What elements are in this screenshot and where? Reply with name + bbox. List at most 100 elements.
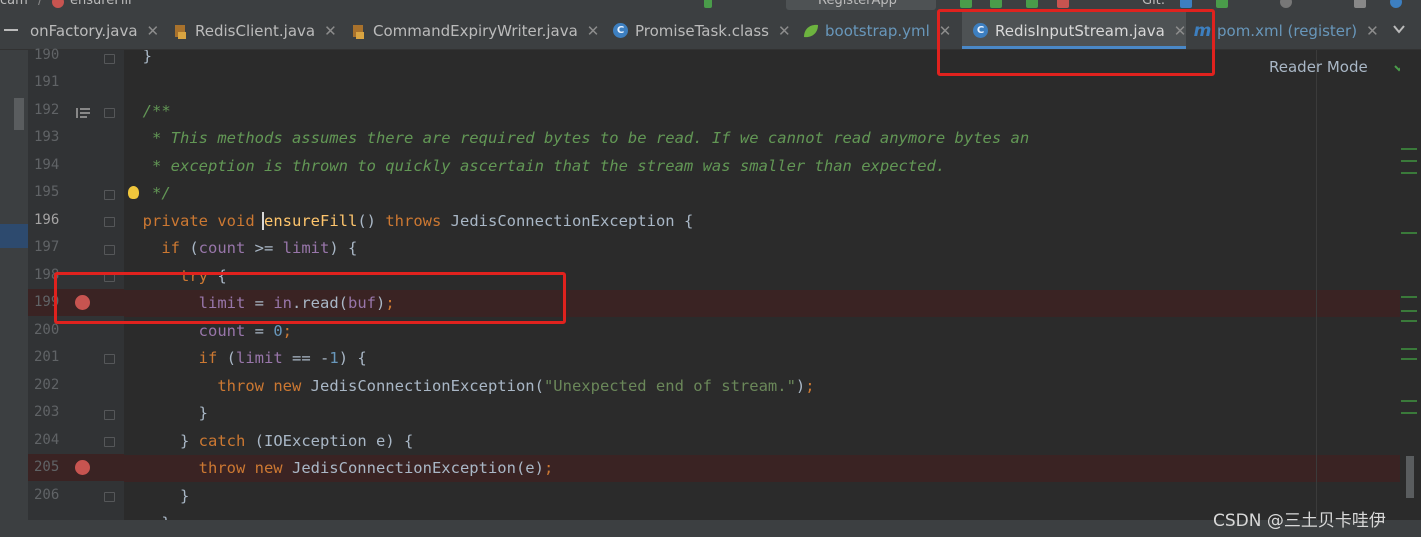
intention-bulb-icon[interactable]: [128, 186, 139, 199]
breadcrumb-project[interactable]: cam: [0, 0, 28, 8]
line-number: 195: [34, 184, 60, 200]
reader-mode-toggle[interactable]: Reader Mode: [1269, 58, 1368, 76]
tab-redisclient[interactable]: RedisClient.java ✕: [172, 12, 340, 49]
line-number-current: 196: [34, 212, 60, 228]
change-marker[interactable]: [1401, 296, 1417, 298]
history-icon[interactable]: [1280, 0, 1292, 8]
search-icon[interactable]: [1390, 0, 1402, 8]
run-icon[interactable]: [960, 0, 972, 8]
tab-label: pom.xml (register): [1217, 21, 1358, 40]
tool-window-strip: [0, 50, 28, 537]
change-marker[interactable]: [1401, 358, 1417, 360]
line-number: 198: [34, 267, 60, 283]
method-icon: [52, 0, 64, 8]
fold-marker-icon[interactable]: [104, 492, 115, 502]
tab-promisetask[interactable]: C PromiseTask.class ✕: [612, 12, 791, 49]
tab-label: CommandExpiryWriter.java: [373, 21, 578, 40]
tab-commandexpirywriter[interactable]: CommandExpiryWriter.java ✕: [350, 12, 600, 49]
close-icon[interactable]: ✕: [587, 22, 600, 40]
tab-pom[interactable]: m pom.xml (register) ✕: [1194, 12, 1384, 49]
java-class-icon: [350, 22, 367, 39]
breakpoint-icon[interactable]: [75, 295, 90, 310]
close-icon[interactable]: ✕: [1366, 22, 1379, 40]
change-marker[interactable]: [1401, 160, 1417, 162]
fold-marker-icon[interactable]: [104, 272, 115, 282]
fold-marker-icon[interactable]: [104, 217, 115, 227]
change-marker[interactable]: [1401, 412, 1417, 414]
vertical-scrollbar-thumb[interactable]: [1406, 456, 1414, 498]
line-number: 206: [34, 487, 60, 503]
line-number: 200: [34, 322, 60, 338]
tab-list-chevron-down-icon[interactable]: [1392, 22, 1406, 40]
error-stripe[interactable]: [1400, 50, 1421, 520]
collapse-icon[interactable]: [4, 29, 18, 31]
back-arrow-icon[interactable]: [704, 0, 712, 8]
fold-marker-icon[interactable]: [104, 54, 115, 64]
profile-icon[interactable]: [1057, 0, 1069, 8]
watermark: CSDN @三土贝卡哇伊: [1213, 511, 1386, 531]
settings-icon[interactable]: [1354, 0, 1366, 8]
fold-marker-icon[interactable]: [104, 108, 115, 118]
java-class-icon: C: [972, 22, 989, 39]
breakpoint-icon[interactable]: [75, 460, 90, 475]
line-number: 197: [34, 239, 60, 255]
tab-label: onFactory.java: [30, 21, 138, 40]
spring-yml-icon: [802, 22, 819, 39]
line-number: 192: [34, 102, 60, 118]
line-number: 203: [34, 404, 60, 420]
tab-redisinputstream[interactable]: C RedisInputStream.java ✕: [962, 12, 1186, 49]
code-line-comment: * exception is thrown to quickly ascerta…: [142, 157, 946, 175]
vcs-update-icon[interactable]: [1180, 0, 1192, 8]
breadcrumb-method[interactable]: ensureFill: [70, 0, 132, 8]
line-number: 204: [34, 432, 60, 448]
change-marker[interactable]: [1401, 320, 1417, 322]
change-marker[interactable]: [1401, 148, 1417, 150]
change-marker[interactable]: [1401, 172, 1417, 174]
vcs-commit-icon[interactable]: [1216, 0, 1228, 8]
tab-label: RedisClient.java: [195, 21, 316, 40]
tab-label: PromiseTask.class: [635, 21, 769, 40]
class-file-icon: C: [612, 22, 629, 39]
code-line: try {: [180, 267, 227, 285]
code-line-comment: */: [142, 184, 171, 202]
line-number: 190: [34, 47, 60, 63]
debug-icon[interactable]: [990, 0, 1002, 8]
change-marker[interactable]: [1401, 348, 1417, 350]
render-doc-icon[interactable]: [76, 104, 90, 118]
code-line: } catch (IOException e) {: [180, 432, 414, 450]
code-line: }: [180, 487, 190, 505]
tab-label: RedisInputStream.java: [995, 21, 1165, 40]
close-icon[interactable]: ✕: [939, 22, 952, 40]
fold-marker-icon[interactable]: [104, 190, 115, 200]
code-editor[interactable]: } /** * This methods assumes there are r…: [124, 50, 1400, 520]
tab-onfactory[interactable]: onFactory.java ✕: [30, 12, 162, 49]
code-line: throw new JedisConnectionException("Unex…: [217, 377, 815, 395]
change-marker[interactable]: [1401, 232, 1417, 234]
fold-marker-icon[interactable]: [104, 245, 115, 255]
tab-label: bootstrap.yml: [825, 21, 930, 40]
line-number: 201: [34, 349, 60, 365]
breadcrumb-separator: /: [38, 0, 43, 8]
fold-marker-icon[interactable]: [104, 410, 115, 420]
close-icon[interactable]: ✕: [1174, 22, 1187, 40]
code-line: if (count >= limit) {: [161, 239, 358, 257]
code-line: }: [198, 404, 208, 422]
code-line-breakpoint: throw new JedisConnectionException(e);: [124, 455, 1400, 482]
code-line-comment: * This methods assumes there are require…: [142, 129, 1030, 147]
fold-marker-icon[interactable]: [104, 354, 115, 364]
close-icon[interactable]: ✕: [147, 22, 160, 40]
fold-marker-icon[interactable]: [104, 437, 115, 447]
change-marker[interactable]: [1401, 400, 1417, 402]
code-line: }: [124, 510, 1400, 520]
line-number: 191: [34, 74, 60, 90]
coverage-icon[interactable]: [1026, 0, 1038, 8]
code-line: if (limit == -1) {: [198, 349, 367, 367]
tab-bootstrap[interactable]: bootstrap.yml ✕: [802, 12, 957, 49]
code-line-method-signature: private void ensureFill() throws JedisCo…: [142, 212, 694, 230]
change-marker[interactable]: [1401, 310, 1417, 312]
close-icon[interactable]: ✕: [778, 22, 791, 40]
top-toolbar: cam / ensureFill RegisterApp Git:: [0, 0, 1421, 12]
editor-gutter[interactable]: [28, 50, 124, 520]
close-icon[interactable]: ✕: [324, 22, 337, 40]
